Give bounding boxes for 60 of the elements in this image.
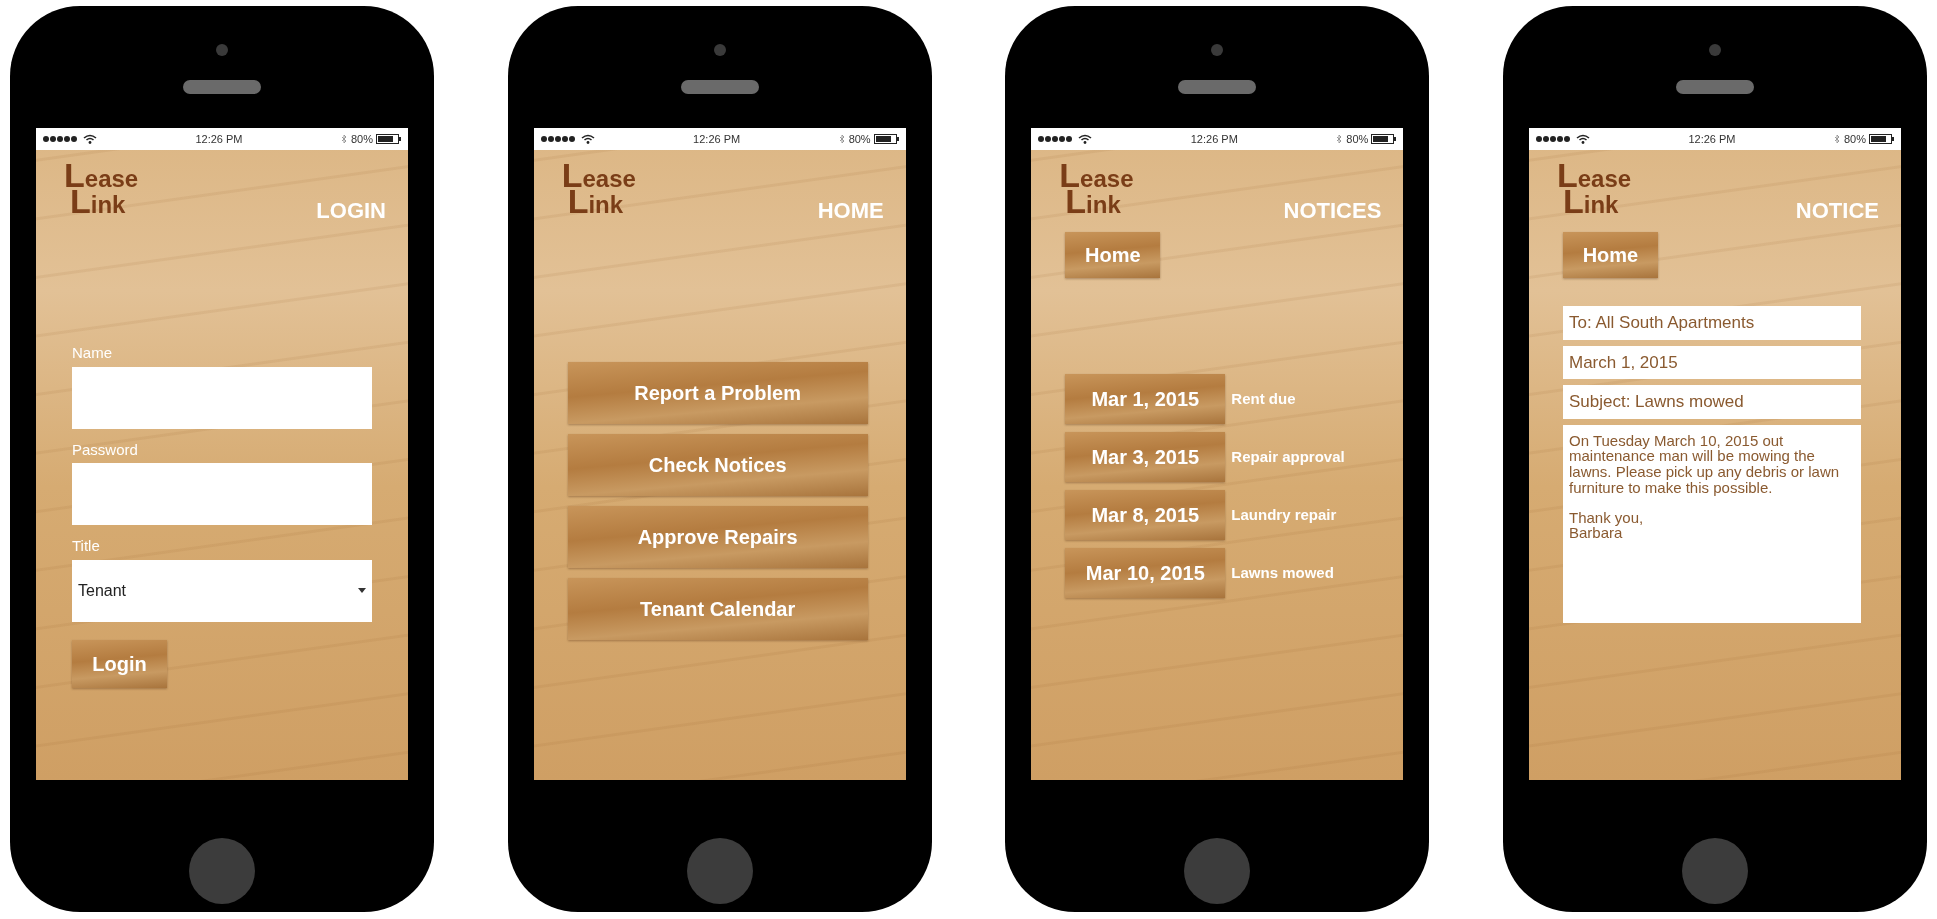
status-time: 12:26 PM bbox=[194, 131, 244, 147]
login-button[interactable]: Login bbox=[72, 639, 167, 688]
screen-title: LOGIN bbox=[316, 197, 386, 225]
notice-subject: Lawns mowed bbox=[1231, 562, 1334, 583]
screen-title: HOME bbox=[817, 197, 884, 225]
signature-line: Barbara bbox=[1568, 525, 1623, 541]
battery-icon bbox=[873, 134, 900, 144]
status-time: 12:26 PM bbox=[1189, 131, 1239, 147]
signal-icon bbox=[1534, 135, 1571, 143]
battery-icon bbox=[1371, 134, 1398, 144]
menu-button[interactable]: Report a Problem bbox=[567, 362, 868, 424]
input-field[interactable] bbox=[72, 463, 372, 525]
bluetooth-icon bbox=[1833, 134, 1840, 144]
date-field: March 1, 2015 bbox=[1562, 345, 1861, 379]
wifi-icon bbox=[83, 134, 97, 144]
bluetooth-icon bbox=[1336, 134, 1343, 144]
battery-percent: 80% bbox=[1843, 131, 1866, 147]
notice-date-button[interactable]: Mar 10, 2015 bbox=[1065, 548, 1226, 598]
front-camera bbox=[216, 44, 228, 56]
status-time: 12:26 PM bbox=[1687, 131, 1737, 147]
screen-title: NOTICE bbox=[1795, 197, 1879, 225]
home-button[interactable]: Home bbox=[1562, 232, 1658, 278]
field-label: Title bbox=[72, 536, 101, 556]
notice-date-button[interactable]: Mar 8, 2015 bbox=[1065, 490, 1226, 540]
front-camera bbox=[1708, 44, 1721, 56]
signal-icon bbox=[1037, 135, 1074, 143]
notice-subject: Rent due bbox=[1231, 388, 1296, 409]
menu-button[interactable]: Tenant Calendar bbox=[567, 578, 868, 640]
signature-line: Thank you, bbox=[1568, 509, 1645, 526]
title-select[interactable]: Tenant bbox=[72, 559, 372, 622]
menu-button[interactable]: Approve Repairs bbox=[567, 506, 868, 568]
screen-title: NOTICES bbox=[1283, 197, 1382, 225]
battery-icon bbox=[1868, 134, 1895, 144]
input-field[interactable] bbox=[72, 366, 372, 429]
field-label: Password bbox=[72, 439, 139, 460]
wifi-icon bbox=[1078, 134, 1093, 144]
field-label: Name bbox=[72, 343, 113, 363]
notice-date-button[interactable]: Mar 1, 2015 bbox=[1065, 374, 1226, 424]
bluetooth-icon bbox=[340, 134, 347, 144]
battery-percent: 80% bbox=[848, 131, 871, 147]
menu-button[interactable]: Check Notices bbox=[567, 434, 868, 496]
battery-percent: 80% bbox=[1346, 131, 1369, 147]
battery-icon bbox=[376, 134, 402, 144]
notice-subject: Laundry repair bbox=[1231, 504, 1337, 525]
notice-subject: Repair approval bbox=[1231, 446, 1345, 467]
recipient-field: To: All South Apartments bbox=[1562, 306, 1861, 340]
bluetooth-icon bbox=[838, 134, 845, 144]
wifi-icon bbox=[580, 134, 595, 144]
home-button[interactable]: Home bbox=[1065, 232, 1161, 278]
battery-percent: 80% bbox=[350, 131, 373, 147]
subject-field: Subject: Lawns mowed bbox=[1562, 385, 1861, 419]
notice-date-button[interactable]: Mar 3, 2015 bbox=[1065, 432, 1226, 482]
front-camera bbox=[1211, 44, 1224, 56]
status-time: 12:26 PM bbox=[692, 131, 742, 147]
message-text: On Tuesday March 10, 2015 out maintenance man will be mowing the lawns. Please pick up any debris or lawn furniture to make this possible. bbox=[1568, 432, 1841, 496]
signal-icon bbox=[539, 135, 576, 143]
wifi-icon bbox=[1575, 134, 1590, 144]
signal-icon bbox=[42, 135, 78, 143]
front-camera bbox=[713, 44, 726, 56]
caret-icon bbox=[358, 588, 366, 593]
